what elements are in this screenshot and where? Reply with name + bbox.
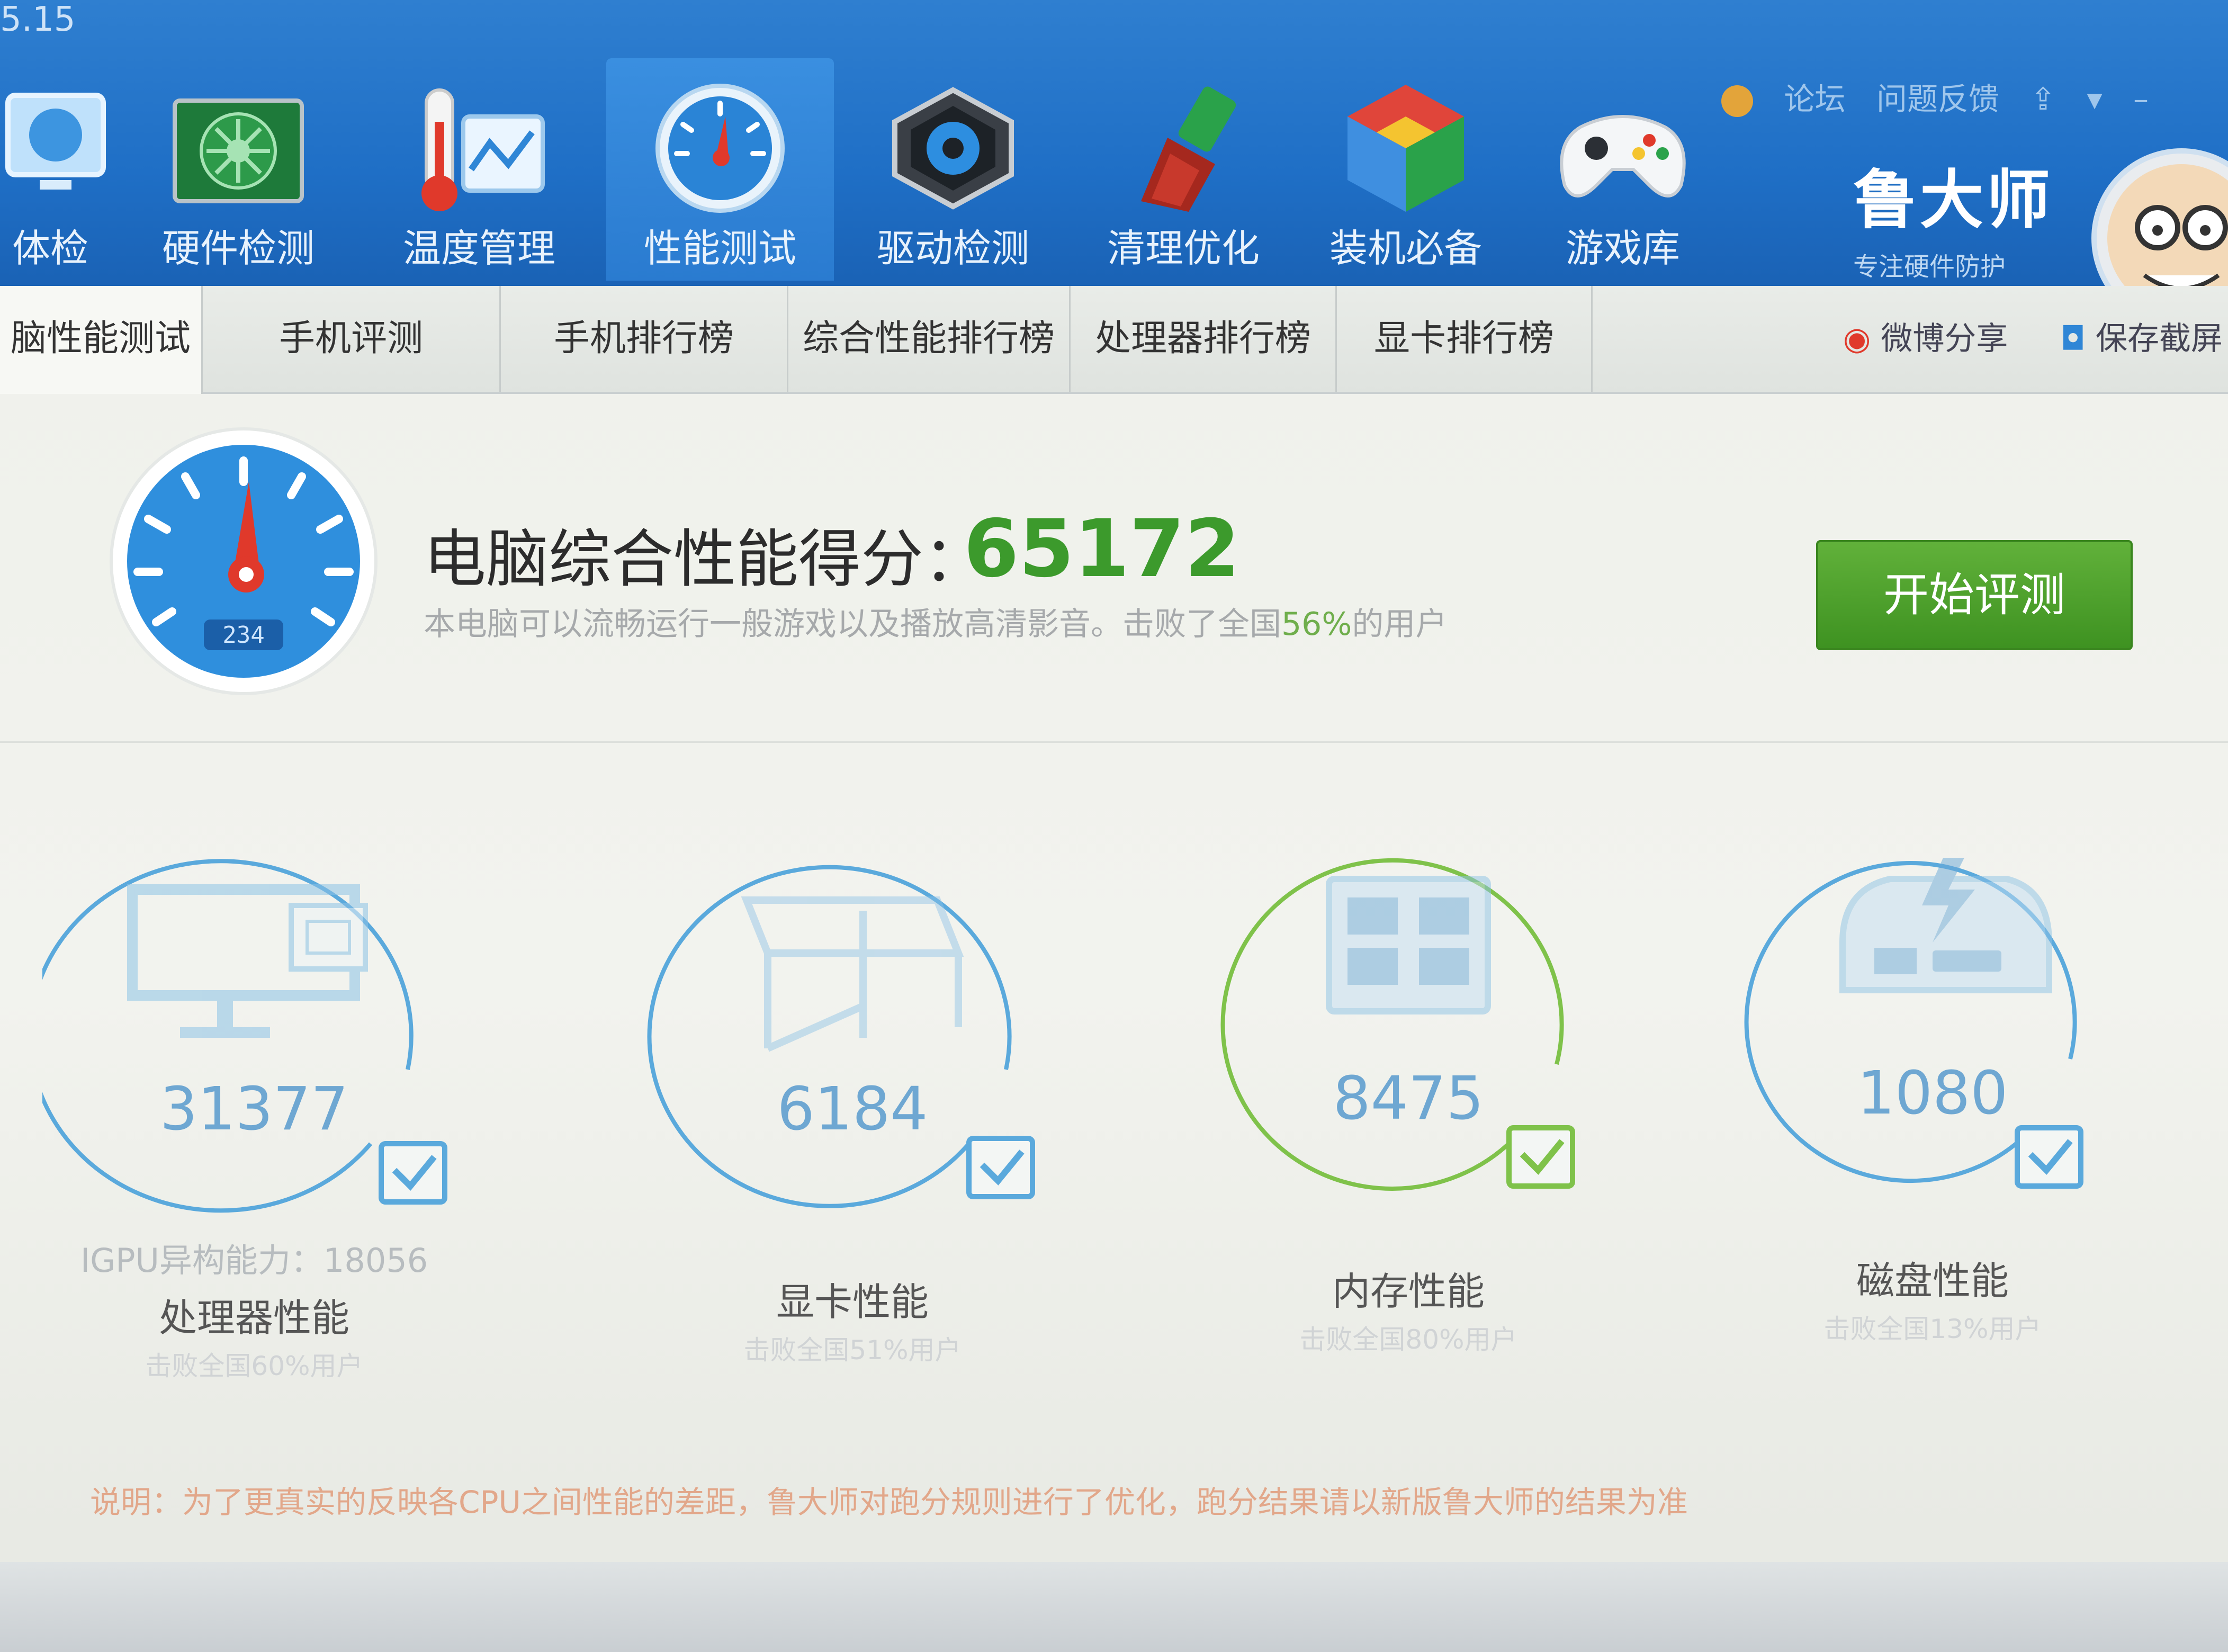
upload-icon[interactable]: ⇪ (2030, 81, 2056, 117)
metric-label: 显卡性能 (776, 1280, 929, 1324)
hard-disk-icon (1839, 858, 2052, 993)
score-value: 65172 (964, 503, 1240, 595)
medal-icon[interactable] (1721, 85, 1754, 117)
speedometer-icon (646, 79, 794, 217)
nav-label: 温度管理 (402, 226, 555, 271)
nav-label: 驱动检测 (876, 226, 1029, 271)
screen: 5.15 体检 硬件检测 温度管理 性能测试 驱动检测 清理优化 装机必备 游戏… (0, 0, 2228, 1652)
save-screenshot-link[interactable]: ◘ 保存截屏 (2060, 320, 2223, 357)
feedback-link[interactable]: 问题反馈 (1876, 81, 1999, 117)
metric-beat-text: 击败全国51%用户 (743, 1335, 962, 1366)
section-divider (0, 741, 2228, 743)
brand-name: 鲁大师 (1853, 164, 2053, 237)
score-desc-suffix: 的用户 (1352, 606, 1448, 643)
metric-cpu[interactable]: 31377 IGPU异构能力：18056 处理器性能 击败全国60%用户 (42, 847, 466, 1430)
minimize-icon[interactable]: – (2133, 81, 2149, 117)
weibo-icon: ◉ (1843, 320, 1871, 357)
monitor-icon (0, 79, 124, 217)
taskbar (0, 1562, 2228, 1652)
nav-item-essentials[interactable]: 装机必备 (1292, 58, 1520, 281)
graphics-cube-icon (741, 896, 964, 1052)
metric-beat-text: 击败全国60%用户 (145, 1351, 363, 1381)
graphics-card-icon (164, 79, 312, 217)
menu-icon[interactable]: ▾ (2087, 81, 2102, 117)
share-links: ◉ 微博分享 ◘ 保存截屏 (1801, 286, 2223, 392)
metric-extra: IGPU异构能力：18056 (80, 1241, 428, 1280)
metric-value: 31377 (159, 1075, 349, 1144)
brand-slogan: 专注硬件防护 (1853, 252, 2006, 282)
metric-beat-text: 击败全国80%用户 (1299, 1324, 1517, 1355)
tab-phone-ranking[interactable]: 手机排行榜 (501, 286, 788, 392)
nav-label: 清理优化 (1107, 226, 1260, 271)
score-description: 本电脑可以流畅运行一般游戏以及播放高清影音。击败了全国56%的用户 (424, 598, 1447, 644)
nav-item-cleanup[interactable]: 清理优化 (1070, 58, 1297, 281)
tab-pc-performance[interactable]: 脑性能测试 (0, 286, 203, 394)
broom-icon (1109, 79, 1257, 217)
cpu-monitor-icon (127, 884, 368, 1038)
explanation-note: 说明：为了更真实的反映各CPU之间性能的差距，鲁大师对跑分规则进行了优化，跑分结… (90, 1484, 1688, 1520)
tab-overall-ranking[interactable]: 综合性能排行榜 (788, 286, 1071, 392)
metric-label: 处理器性能 (158, 1296, 349, 1340)
gear-chip-icon (879, 79, 1027, 217)
cube-icon (1332, 79, 1480, 217)
nav-item-driver[interactable]: 驱动检测 (839, 58, 1067, 281)
metric-value: 6184 (777, 1075, 928, 1144)
tab-phone-review[interactable]: 手机评测 (203, 286, 501, 392)
weibo-share-link[interactable]: ◉ 微博分享 (1843, 320, 2008, 357)
nav-label: 性能测试 (643, 226, 796, 271)
nav-label: 装机必备 (1329, 226, 1482, 271)
metric-memory[interactable]: 8475 内存性能 击败全国80%用户 (1197, 847, 1620, 1430)
metric-gpu[interactable]: 6184 显卡性能 击败全国51%用户 (641, 847, 1064, 1430)
nav-item-hardware[interactable]: 硬件检测 (124, 58, 352, 281)
brand: 鲁大师 专注硬件防护 (1853, 148, 2076, 283)
start-test-button[interactable]: 开始评测 (1816, 540, 2133, 650)
tab-cpu-ranking[interactable]: 处理器排行榜 (1071, 286, 1337, 392)
nav-label: 游戏库 (1565, 226, 1680, 271)
forum-link[interactable]: 论坛 (1784, 81, 1845, 117)
nav-item-performance[interactable]: 性能测试 (606, 58, 834, 281)
app-header: 5.15 体检 硬件检测 温度管理 性能测试 驱动检测 清理优化 装机必备 游戏… (0, 0, 2228, 328)
memory-chip-icon (1326, 876, 1491, 1014)
score-title: 电脑综合性能得分： (424, 523, 986, 596)
tab-gpu-ranking[interactable]: 显卡排行榜 (1337, 286, 1593, 392)
gamepad-icon (1549, 79, 1697, 217)
save-screenshot-label: 保存截屏 (2096, 320, 2223, 357)
metric-value: 8475 (1333, 1064, 1484, 1133)
score-gauge-icon: 234 (106, 424, 381, 699)
metric-beat-text: 击败全国13%用户 (1823, 1314, 2042, 1344)
metric-label: 内存性能 (1332, 1269, 1485, 1314)
tab-bar: 脑性能测试 手机评测 手机排行榜 综合性能排行榜 处理器排行榜 显卡排行榜 ◉ … (0, 286, 2228, 394)
weibo-share-label: 微博分享 (1881, 320, 2008, 357)
thermometer-icon (405, 79, 553, 217)
score-desc-prefix: 本电脑可以流畅运行一般游戏以及播放高清影音。击败了全国 (424, 606, 1281, 643)
top-links: 论坛 问题反馈 ⇪ ▾ – (1700, 74, 2149, 119)
metric-disk[interactable]: 1080 磁盘性能 击败全国13%用户 (1721, 847, 2144, 1430)
metric-label: 磁盘性能 (1856, 1259, 2009, 1303)
metric-value: 1080 (1857, 1059, 2008, 1128)
nav-label: 硬件检测 (161, 226, 315, 271)
nav-item-temperature[interactable]: 温度管理 (365, 58, 593, 281)
camera-icon: ◘ (2060, 320, 2086, 357)
score-desc-percent: 56% (1281, 606, 1352, 643)
version-label: 5.15 (0, 0, 76, 39)
gauge-digits: 234 (222, 622, 264, 649)
